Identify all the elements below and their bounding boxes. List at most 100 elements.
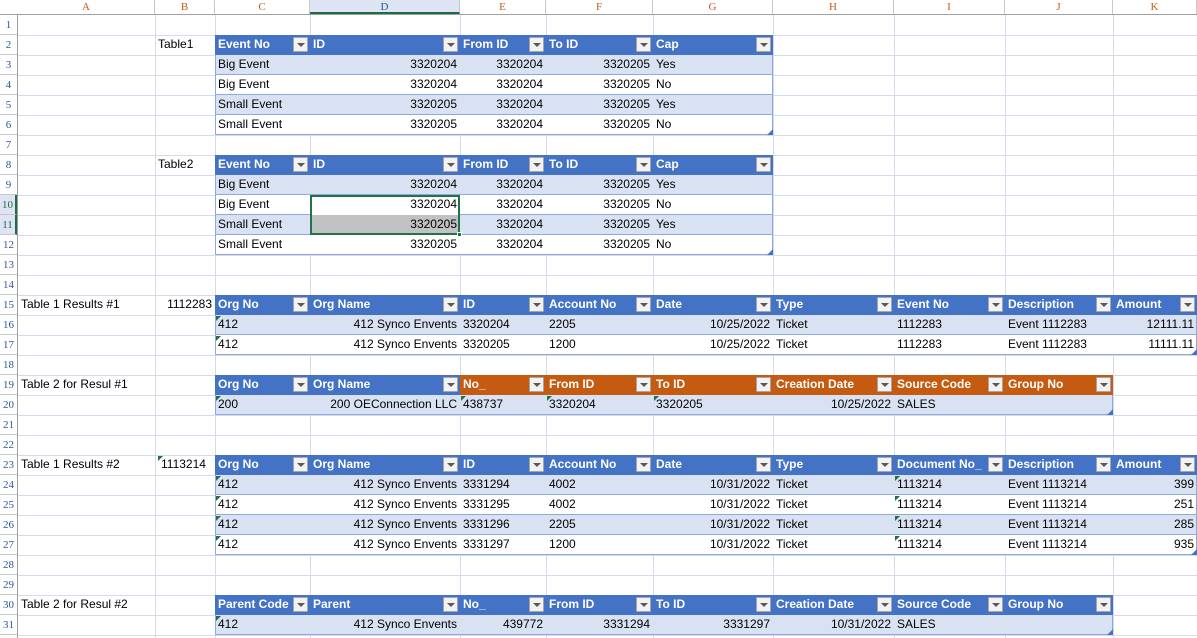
table-cell[interactable]: Ticket — [773, 335, 894, 355]
filter-dropdown-button[interactable] — [877, 297, 892, 312]
table-cell[interactable]: Event 1113214 — [1005, 535, 1113, 555]
table-cell[interactable]: 412 Synco Envents — [310, 615, 460, 635]
table-cell[interactable]: 3320205 — [310, 235, 460, 255]
table-cell[interactable]: 3320204 — [460, 215, 546, 235]
filter-dropdown-button[interactable] — [529, 597, 544, 612]
table-cell[interactable]: 1113214 — [894, 535, 1005, 555]
filter-dropdown-button[interactable] — [443, 37, 458, 52]
table-cell[interactable]: Big Event — [215, 75, 310, 95]
row-header-22[interactable]: 22 — [0, 435, 17, 455]
filter-dropdown-button[interactable] — [293, 297, 308, 312]
table-cell[interactable]: No — [653, 235, 773, 255]
table-header-cell[interactable]: ID — [310, 155, 460, 175]
table-resize-handle[interactable] — [1106, 628, 1113, 635]
row-header-26[interactable]: 26 — [0, 515, 17, 535]
row-header-11[interactable]: 11 — [0, 215, 17, 235]
table-cell[interactable]: 3320204 — [460, 315, 546, 335]
error-indicator-triangle-icon[interactable] — [895, 496, 900, 501]
label-table2[interactable]: Table2 — [155, 155, 215, 175]
table-cell[interactable]: Ticket — [773, 475, 894, 495]
table-cell[interactable]: 1200 — [546, 535, 653, 555]
error-indicator-triangle-icon[interactable] — [216, 496, 221, 501]
filter-dropdown-button[interactable] — [443, 297, 458, 312]
column-header-j[interactable]: J — [1005, 0, 1113, 14]
filter-dropdown-button[interactable] — [636, 597, 651, 612]
row-header-25[interactable]: 25 — [0, 495, 17, 515]
table-cell[interactable]: 3320205 — [546, 195, 653, 215]
table-cell[interactable]: 3320205 — [546, 115, 653, 135]
column-header-d[interactable]: D — [310, 0, 460, 14]
table-cell[interactable]: SALES — [894, 395, 1005, 415]
table-cell[interactable]: 3331294 — [546, 615, 653, 635]
table-cell[interactable]: Ticket — [773, 495, 894, 515]
filter-dropdown-button[interactable] — [529, 457, 544, 472]
table-cell[interactable]: 3320204 — [310, 75, 460, 95]
column-header-e[interactable]: E — [460, 0, 546, 14]
table-cell[interactable]: Yes — [653, 215, 773, 235]
filter-dropdown-button[interactable] — [636, 157, 651, 172]
row-header-17[interactable]: 17 — [0, 335, 17, 355]
column-header-h[interactable]: H — [773, 0, 894, 14]
error-indicator-triangle-icon[interactable] — [547, 396, 552, 401]
filter-dropdown-button[interactable] — [443, 597, 458, 612]
error-indicator-triangle-icon[interactable] — [216, 336, 221, 341]
table-resize-handle[interactable] — [766, 128, 773, 135]
filter-dropdown-button[interactable] — [756, 37, 771, 52]
error-indicator-triangle-icon[interactable] — [216, 536, 221, 541]
table-cell[interactable]: SALES — [894, 615, 1005, 635]
table-cell[interactable]: 3320204 — [460, 55, 546, 75]
filter-dropdown-button[interactable] — [1180, 457, 1195, 472]
table-cell[interactable]: 2205 — [546, 315, 653, 335]
row-header-12[interactable]: 12 — [0, 235, 17, 255]
filter-dropdown-button[interactable] — [293, 157, 308, 172]
table-cell[interactable]: Big Event — [215, 195, 310, 215]
table-cell[interactable]: 10/31/2022 — [653, 475, 773, 495]
filter-dropdown-button[interactable] — [1180, 297, 1195, 312]
row-header-10[interactable]: 10 — [0, 195, 17, 215]
table-header-cell[interactable]: Org Name — [310, 295, 460, 315]
error-indicator-triangle-icon[interactable] — [158, 456, 163, 461]
table-cell[interactable]: 3320205 — [546, 75, 653, 95]
table-cell[interactable]: Big Event — [215, 175, 310, 195]
table-header-cell[interactable]: Date — [653, 455, 773, 475]
table-cell[interactable]: 3320205 — [653, 395, 773, 415]
filter-dropdown-button[interactable] — [293, 37, 308, 52]
table-cell[interactable]: 412 Synco Envents — [310, 515, 460, 535]
table-cell[interactable]: 3320205 — [460, 335, 546, 355]
filter-dropdown-button[interactable] — [756, 377, 771, 392]
table-resize-handle[interactable] — [1106, 408, 1113, 415]
table-cell[interactable]: Event 1112283 — [1005, 315, 1113, 335]
table-cell[interactable]: 3320204 — [460, 95, 546, 115]
table-cell[interactable]: 10/31/2022 — [773, 615, 894, 635]
filter-dropdown-button[interactable] — [988, 457, 1003, 472]
error-indicator-triangle-icon[interactable] — [895, 476, 900, 481]
table-header-cell[interactable]: Parent — [310, 595, 460, 615]
active-cell-value[interactable]: 3320204 — [310, 195, 460, 215]
table-cell[interactable]: 412 — [215, 315, 310, 335]
table-cell[interactable]: 3320204 — [460, 175, 546, 195]
table-cell[interactable]: 1113214 — [894, 495, 1005, 515]
filter-dropdown-button[interactable] — [1096, 297, 1111, 312]
table-cell[interactable]: 10/31/2022 — [653, 535, 773, 555]
table-header-cell[interactable]: Date — [653, 295, 773, 315]
table-cell[interactable]: No — [653, 75, 773, 95]
table-cell[interactable]: Small Event — [215, 215, 310, 235]
cells-area[interactable]: Event No ID From ID To ID Cap Big Event 332020… — [18, 15, 1197, 638]
table-cell[interactable]: 10/31/2022 — [653, 515, 773, 535]
column-header-a[interactable]: A — [18, 0, 155, 14]
label-table2-for-result-2[interactable]: Table 2 for Resul #2 — [18, 595, 160, 615]
filter-dropdown-button[interactable] — [1096, 597, 1111, 612]
filter-dropdown-button[interactable] — [529, 297, 544, 312]
table-cell[interactable]: 412 — [215, 495, 310, 515]
filter-dropdown-button[interactable] — [756, 597, 771, 612]
table-cell[interactable]: 3320204 — [310, 55, 460, 75]
table-cell[interactable]: Yes — [653, 95, 773, 115]
error-indicator-triangle-icon[interactable] — [216, 616, 221, 621]
table-cell[interactable]: 412 Synco Envents — [310, 475, 460, 495]
table-cell[interactable]: 1112283 — [894, 335, 1005, 355]
filter-dropdown-button[interactable] — [529, 37, 544, 52]
filter-dropdown-button[interactable] — [443, 457, 458, 472]
table-cell[interactable]: Small Event — [215, 235, 310, 255]
table-header-cell[interactable]: Cap — [653, 155, 773, 175]
row-header-4[interactable]: 4 — [0, 75, 17, 95]
